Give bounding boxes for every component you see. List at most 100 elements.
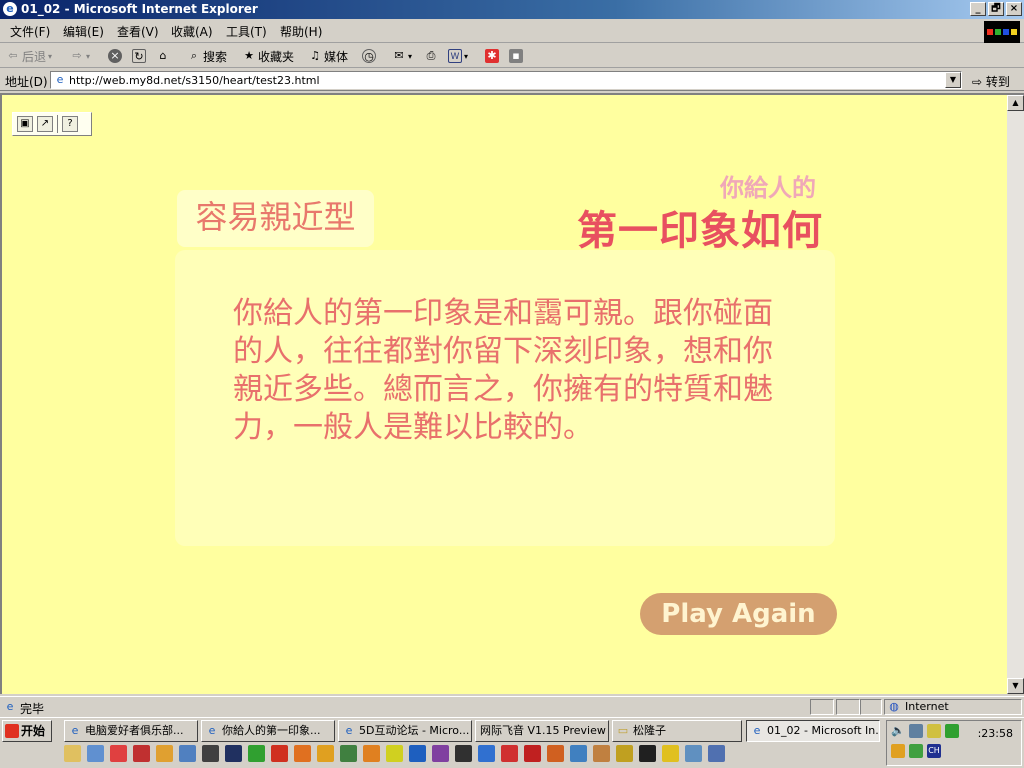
quick-launch-icon[interactable] [110,745,127,762]
quick-launch-icon[interactable] [547,745,564,762]
discuss-button[interactable]: ▪ [509,48,523,64]
menu-tools[interactable]: 工具(T) [226,23,267,40]
tray-app-icon[interactable] [891,744,905,758]
edit-button[interactable]: W ▾ [448,48,468,64]
quick-launch-icon[interactable] [248,745,265,762]
title-bar: e 01_02 - Microsoft Internet Explorer _ … [0,0,1024,19]
tray-app-icon[interactable] [927,724,941,738]
system-tray: 🔈 CH :23:58 [886,720,1022,766]
quick-launch-icon[interactable] [386,745,403,762]
load-icon[interactable]: ↗ [37,116,53,132]
save-icon[interactable]: ▣ [17,116,33,132]
quick-launch-icon[interactable] [616,745,633,762]
folder-icon: ▭ [617,724,629,737]
messenger-button[interactable]: ✱ [485,48,499,64]
quick-launch-icon[interactable] [179,745,196,762]
mail-button[interactable]: ✉ ▾ [392,48,412,64]
refresh-icon: ↻ [132,49,146,63]
task-label: 电脑爱好者俱乐部... [85,724,184,737]
restore-button[interactable]: 🗗 [988,2,1004,16]
taskbar-item[interactable]: ▭ 松隆子 [612,720,742,742]
windows-flag-icon [5,724,19,738]
quick-launch-icon[interactable] [524,745,541,762]
print-icon: ⎙ [426,49,436,62]
status-text: 完毕 [20,702,45,716]
menu-view[interactable]: 查看(V) [117,23,159,40]
start-button[interactable]: 开始 [2,720,52,742]
go-button[interactable]: ⇨ 转到 [972,73,1010,90]
quick-launch-icon[interactable] [593,745,610,762]
play-again-button[interactable]: Play Again [640,593,837,635]
search-icon: ⌕ [190,49,198,62]
home-button[interactable]: ⌂ [156,48,170,64]
minimize-button[interactable]: _ [970,2,986,16]
refresh-button[interactable]: ↻ [132,48,146,64]
menu-help[interactable]: 帮助(H) [280,23,322,40]
security-zone: ◍ Internet [884,699,1022,715]
quick-launch-icon[interactable] [662,745,679,762]
quick-launch-icon[interactable] [87,745,104,762]
media-icon: ♫ [310,49,320,62]
quick-launch-icon[interactable] [570,745,587,762]
taskbar-item[interactable]: e 你給人的第一印象... [201,720,335,742]
quick-launch-icon[interactable] [64,745,81,762]
taskbar-item[interactable]: 网际飞音 V1.15 Preview [475,720,609,742]
task-label: 01_02 - Microsoft In... [767,724,880,737]
quick-launch-icon[interactable] [225,745,242,762]
media-button[interactable]: ♫ 媒体 [308,48,348,64]
quick-launch-icon[interactable] [317,745,334,762]
scroll-up-button[interactable]: ▲ [1007,95,1024,111]
quick-launch-icon[interactable] [133,745,150,762]
vertical-scrollbar[interactable]: ▲ ▼ [1007,93,1024,694]
media-label: 媒体 [324,49,349,64]
ie-icon: e [71,724,79,737]
history-button[interactable]: ◷ [362,48,376,64]
favorites-button[interactable]: ★ 收藏夹 [242,48,294,64]
quick-launch-icon[interactable] [340,745,357,762]
quick-launch-icon[interactable] [432,745,449,762]
menu-edit[interactable]: 编辑(E) [63,23,104,40]
quick-launch-icon[interactable] [409,745,426,762]
address-box: e ▼ [50,71,962,89]
toolbar-divider [57,115,58,133]
ie-logo-icon: e [3,2,17,16]
quick-launch-icon[interactable] [271,745,288,762]
result-text: 你給人的第一印象是和靄可親。跟你碰面的人，往往都對你留下深刻印象，想和你親近多些… [233,296,773,445]
menu-bar: 文件(F) 编辑(E) 查看(V) 收藏(A) 工具(T) 帮助(H) [0,19,1024,43]
go-arrow-icon: ⇨ [972,75,983,89]
quick-launch-icon[interactable] [639,745,656,762]
address-dropdown-button[interactable]: ▼ [945,72,961,88]
close-button[interactable]: × [1006,2,1022,16]
language-indicator[interactable]: CH [927,744,941,758]
address-input[interactable] [69,73,939,87]
tray-app-icon[interactable] [909,744,923,758]
taskbar: 开始 e 电脑爱好者俱乐部... e 你給人的第一印象... e 5D互动论坛 … [0,717,1024,768]
taskbar-item[interactable]: e 5D互动论坛 - Micro... [338,720,472,742]
volume-icon[interactable]: 🔈 [891,724,905,738]
quick-launch-icon[interactable] [294,745,311,762]
menu-favorites[interactable]: 收藏(A) [171,23,213,40]
forward-button[interactable]: ⇨ ▾ [70,48,90,64]
flash-toolbar: ▣ ↗ ? [12,112,92,136]
quick-launch-icon[interactable] [478,745,495,762]
tray-app-icon[interactable] [945,724,959,738]
stop-button[interactable]: × [108,48,122,64]
task-label: 5D互动论坛 - Micro... [359,724,470,737]
network-icon[interactable] [909,724,923,738]
scroll-down-button[interactable]: ▼ [1007,678,1024,694]
quick-launch-icon[interactable] [202,745,219,762]
back-button[interactable]: ⇦ 后退 ▾ [6,48,52,64]
taskbar-item[interactable]: e 电脑爱好者俱乐部... [64,720,198,742]
quick-launch-icon[interactable] [455,745,472,762]
search-button[interactable]: ⌕ 搜索 [187,48,227,64]
quick-launch-icon[interactable] [363,745,380,762]
menu-file[interactable]: 文件(F) [10,23,50,40]
help-icon[interactable]: ? [62,116,78,132]
taskbar-item-active[interactable]: e 01_02 - Microsoft In... [746,720,880,742]
quick-launch-icon[interactable] [708,745,725,762]
quick-launch-icon[interactable] [501,745,518,762]
print-button[interactable]: ⎙ [424,48,438,64]
quick-launch-icon[interactable] [685,745,702,762]
quick-launch-icon[interactable] [156,745,173,762]
forward-arrow-icon: ⇨ [72,49,82,62]
